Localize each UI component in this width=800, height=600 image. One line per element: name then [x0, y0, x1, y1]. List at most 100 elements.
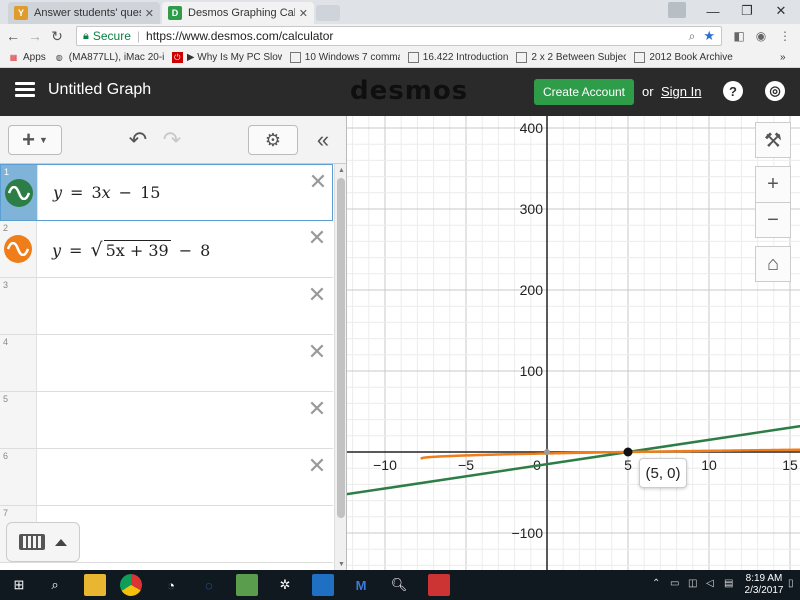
address-bar[interactable]: 🔒︎ Secure | https://www.desmos.com/calcu… — [76, 26, 722, 46]
scrollbar-thumb[interactable] — [337, 178, 345, 518]
expression-row-3[interactable]: 3 ✕ — [0, 278, 333, 335]
expression-row-4[interactable]: 4 ✕ — [0, 335, 333, 392]
sign-in-link[interactable]: Sign In — [661, 84, 701, 99]
app-icon[interactable] — [312, 574, 334, 596]
close-window-button[interactable]: ✕ — [764, 0, 798, 22]
tray-volume-icon[interactable]: ◁ — [706, 578, 714, 589]
wrench-icon[interactable]: ⚒ — [755, 122, 791, 158]
globe-icon[interactable]: ◎ — [765, 81, 785, 101]
back-arrow-icon[interactable]: ← — [4, 27, 22, 45]
url-text[interactable]: https://www.desmos.com/calculator — [146, 29, 689, 43]
forward-arrow-icon[interactable]: → — [26, 27, 44, 45]
wave-icon[interactable] — [4, 235, 32, 263]
maximize-button[interactable]: ❐ — [730, 0, 764, 22]
apps-grid-icon: ▦ — [9, 53, 18, 62]
wave-icon[interactable] — [5, 179, 33, 207]
x-tick-label: 5 — [624, 457, 632, 473]
zoom-magnifier-icon[interactable]: ⌕ — [689, 29, 696, 44]
graph-title[interactable]: Untitled Graph — [48, 81, 151, 99]
tab-desmos[interactable]: D Desmos Graphing Calcul ✕ — [162, 2, 314, 24]
taskbar-clock[interactable]: 8:19 AM 2/3/2017 — [744, 573, 784, 597]
graph-paper[interactable]: −10−5051015400300200100−100 (5, 0) ⚒ + −… — [347, 116, 800, 570]
scroll-down-arrow-icon[interactable]: ▼ — [335, 558, 346, 570]
file-explorer-icon[interactable] — [84, 574, 106, 596]
expression-scrollbar[interactable]: ▲ ▼ — [334, 164, 346, 570]
delete-expression-icon[interactable]: ✕ — [306, 396, 328, 421]
bookmark-16422[interactable]: 16.422 Introduction — [407, 52, 508, 63]
point-label[interactable]: (5, 0) — [639, 458, 687, 488]
delete-expression-icon[interactable]: ✕ — [306, 282, 328, 307]
bookmark-star-icon[interactable]: ★ — [703, 28, 715, 44]
expression-row-6[interactable]: 6 ✕ — [0, 449, 333, 506]
graph-canvas[interactable]: −10−5051015400300200100−100 — [347, 116, 800, 570]
app-icon[interactable]: ◔ — [160, 574, 182, 596]
tray-device-icon[interactable]: ▭ — [670, 578, 679, 589]
help-icon[interactable]: ? — [723, 81, 743, 101]
tray-chevron-icon[interactable]: ⌃ — [652, 578, 660, 589]
zoom-out-button[interactable]: − — [755, 202, 791, 238]
tray-keyboard-icon[interactable]: ▤ — [724, 578, 733, 589]
tab-close-icon[interactable]: ✕ — [299, 7, 308, 20]
lock-icon: 🔒︎ — [83, 29, 89, 42]
bookmark-2012-archive[interactable]: 2012 Book Archive — [634, 52, 733, 63]
minimize-button[interactable]: — — [696, 0, 730, 22]
new-tab-button[interactable] — [316, 5, 340, 21]
y-tick-label: 100 — [520, 363, 544, 379]
bookmark-imac[interactable]: ◍ (MA877LL), iMac 20-i — [54, 52, 164, 63]
windows-taskbar: ⊞ ⌕ ◔ ◌ ✲ M 🔍︎ ⌃ ▭ ◫ ◁ ▤ 8:19 AM 2/3/201… — [0, 570, 800, 600]
redo-icon[interactable]: ↷ — [158, 127, 186, 152]
tab-favicon-icon: Y — [14, 6, 28, 20]
notification-icon[interactable]: ▯ — [788, 578, 794, 589]
windows-start-icon[interactable]: ⊞ — [8, 574, 30, 596]
gear-icon[interactable]: ⚙ — [248, 125, 298, 155]
tab-favicon-icon: D — [168, 6, 182, 20]
expression-math-2[interactable]: y = √ 5x + 39−8 — [52, 239, 210, 261]
y-tick-label: 300 — [520, 201, 544, 217]
delete-expression-icon[interactable]: ✕ — [306, 339, 328, 364]
tray-network-icon[interactable]: ◫ — [688, 578, 697, 589]
more-bookmarks-button[interactable]: » — [780, 52, 786, 63]
expression-number: 6 — [3, 451, 9, 461]
expression-toolbar: + ▼ ↶ ↷ ⚙ « — [0, 116, 346, 164]
reload-icon[interactable]: ↻ — [48, 27, 66, 45]
delete-expression-icon[interactable]: ✕ — [307, 169, 329, 194]
expression-row-2[interactable]: 2 y = √ 5x + 39−8 ✕ — [0, 221, 333, 278]
clock-time: 8:19 AM — [745, 573, 783, 584]
add-item-button[interactable]: + ▼ — [8, 125, 62, 155]
expression-row-5[interactable]: 5 ✕ — [0, 392, 333, 449]
tab-answer-students[interactable]: Y Answer students' questio ✕ — [8, 2, 160, 24]
extension-icon[interactable]: ◧ — [730, 27, 748, 45]
app-icon[interactable]: M — [350, 574, 372, 596]
app-icon[interactable] — [428, 574, 450, 596]
desmos-header: Untitled Graph desmos Create Account or … — [0, 68, 800, 116]
bookmark-windows7[interactable]: 10 Windows 7 comma — [289, 52, 400, 63]
expression-math-1[interactable]: y = 3x −15 — [53, 183, 160, 202]
collapse-panel-icon[interactable]: « — [310, 126, 336, 154]
scroll-up-arrow-icon[interactable]: ▲ — [335, 164, 346, 176]
app-icon[interactable] — [236, 574, 258, 596]
tab-close-icon[interactable]: ✕ — [145, 7, 154, 20]
magnifier-app-icon[interactable]: 🔍︎ — [388, 574, 410, 596]
create-account-button[interactable]: Create Account — [534, 79, 634, 105]
app-icon[interactable]: ✲ — [274, 574, 296, 596]
chrome-icon[interactable] — [120, 574, 142, 596]
extension-eye-icon[interactable]: ◉ — [752, 27, 770, 45]
search-icon[interactable]: ⌕ — [44, 574, 66, 596]
bookmark-apps[interactable]: ▦ Apps — [8, 52, 46, 63]
zoom-in-button[interactable]: + — [755, 166, 791, 202]
chevron-down-icon: ▼ — [38, 135, 48, 145]
expression-row-1[interactable]: 1 y = 3x −15 ✕ — [0, 164, 333, 221]
keyboard-toggle-button[interactable] — [6, 522, 80, 562]
tab-title: Answer students' questio — [34, 7, 141, 19]
bookmark-2x2[interactable]: 2 x 2 Between Subjec — [516, 52, 626, 63]
chrome-menu-icon[interactable]: ⋮ — [776, 27, 794, 45]
bookmark-pc-slow[interactable]: ⏻ ▶ Why Is My PC Slow — [171, 52, 282, 63]
profile-icon[interactable] — [668, 2, 686, 18]
expression-number: 1 — [4, 167, 10, 177]
delete-expression-icon[interactable]: ✕ — [306, 453, 328, 478]
app-icon[interactable]: ◌ — [198, 574, 220, 596]
home-icon[interactable]: ⌂ — [755, 246, 791, 282]
undo-icon[interactable]: ↶ — [124, 127, 152, 152]
delete-expression-icon[interactable]: ✕ — [306, 225, 328, 250]
hamburger-menu-icon[interactable] — [15, 82, 35, 98]
